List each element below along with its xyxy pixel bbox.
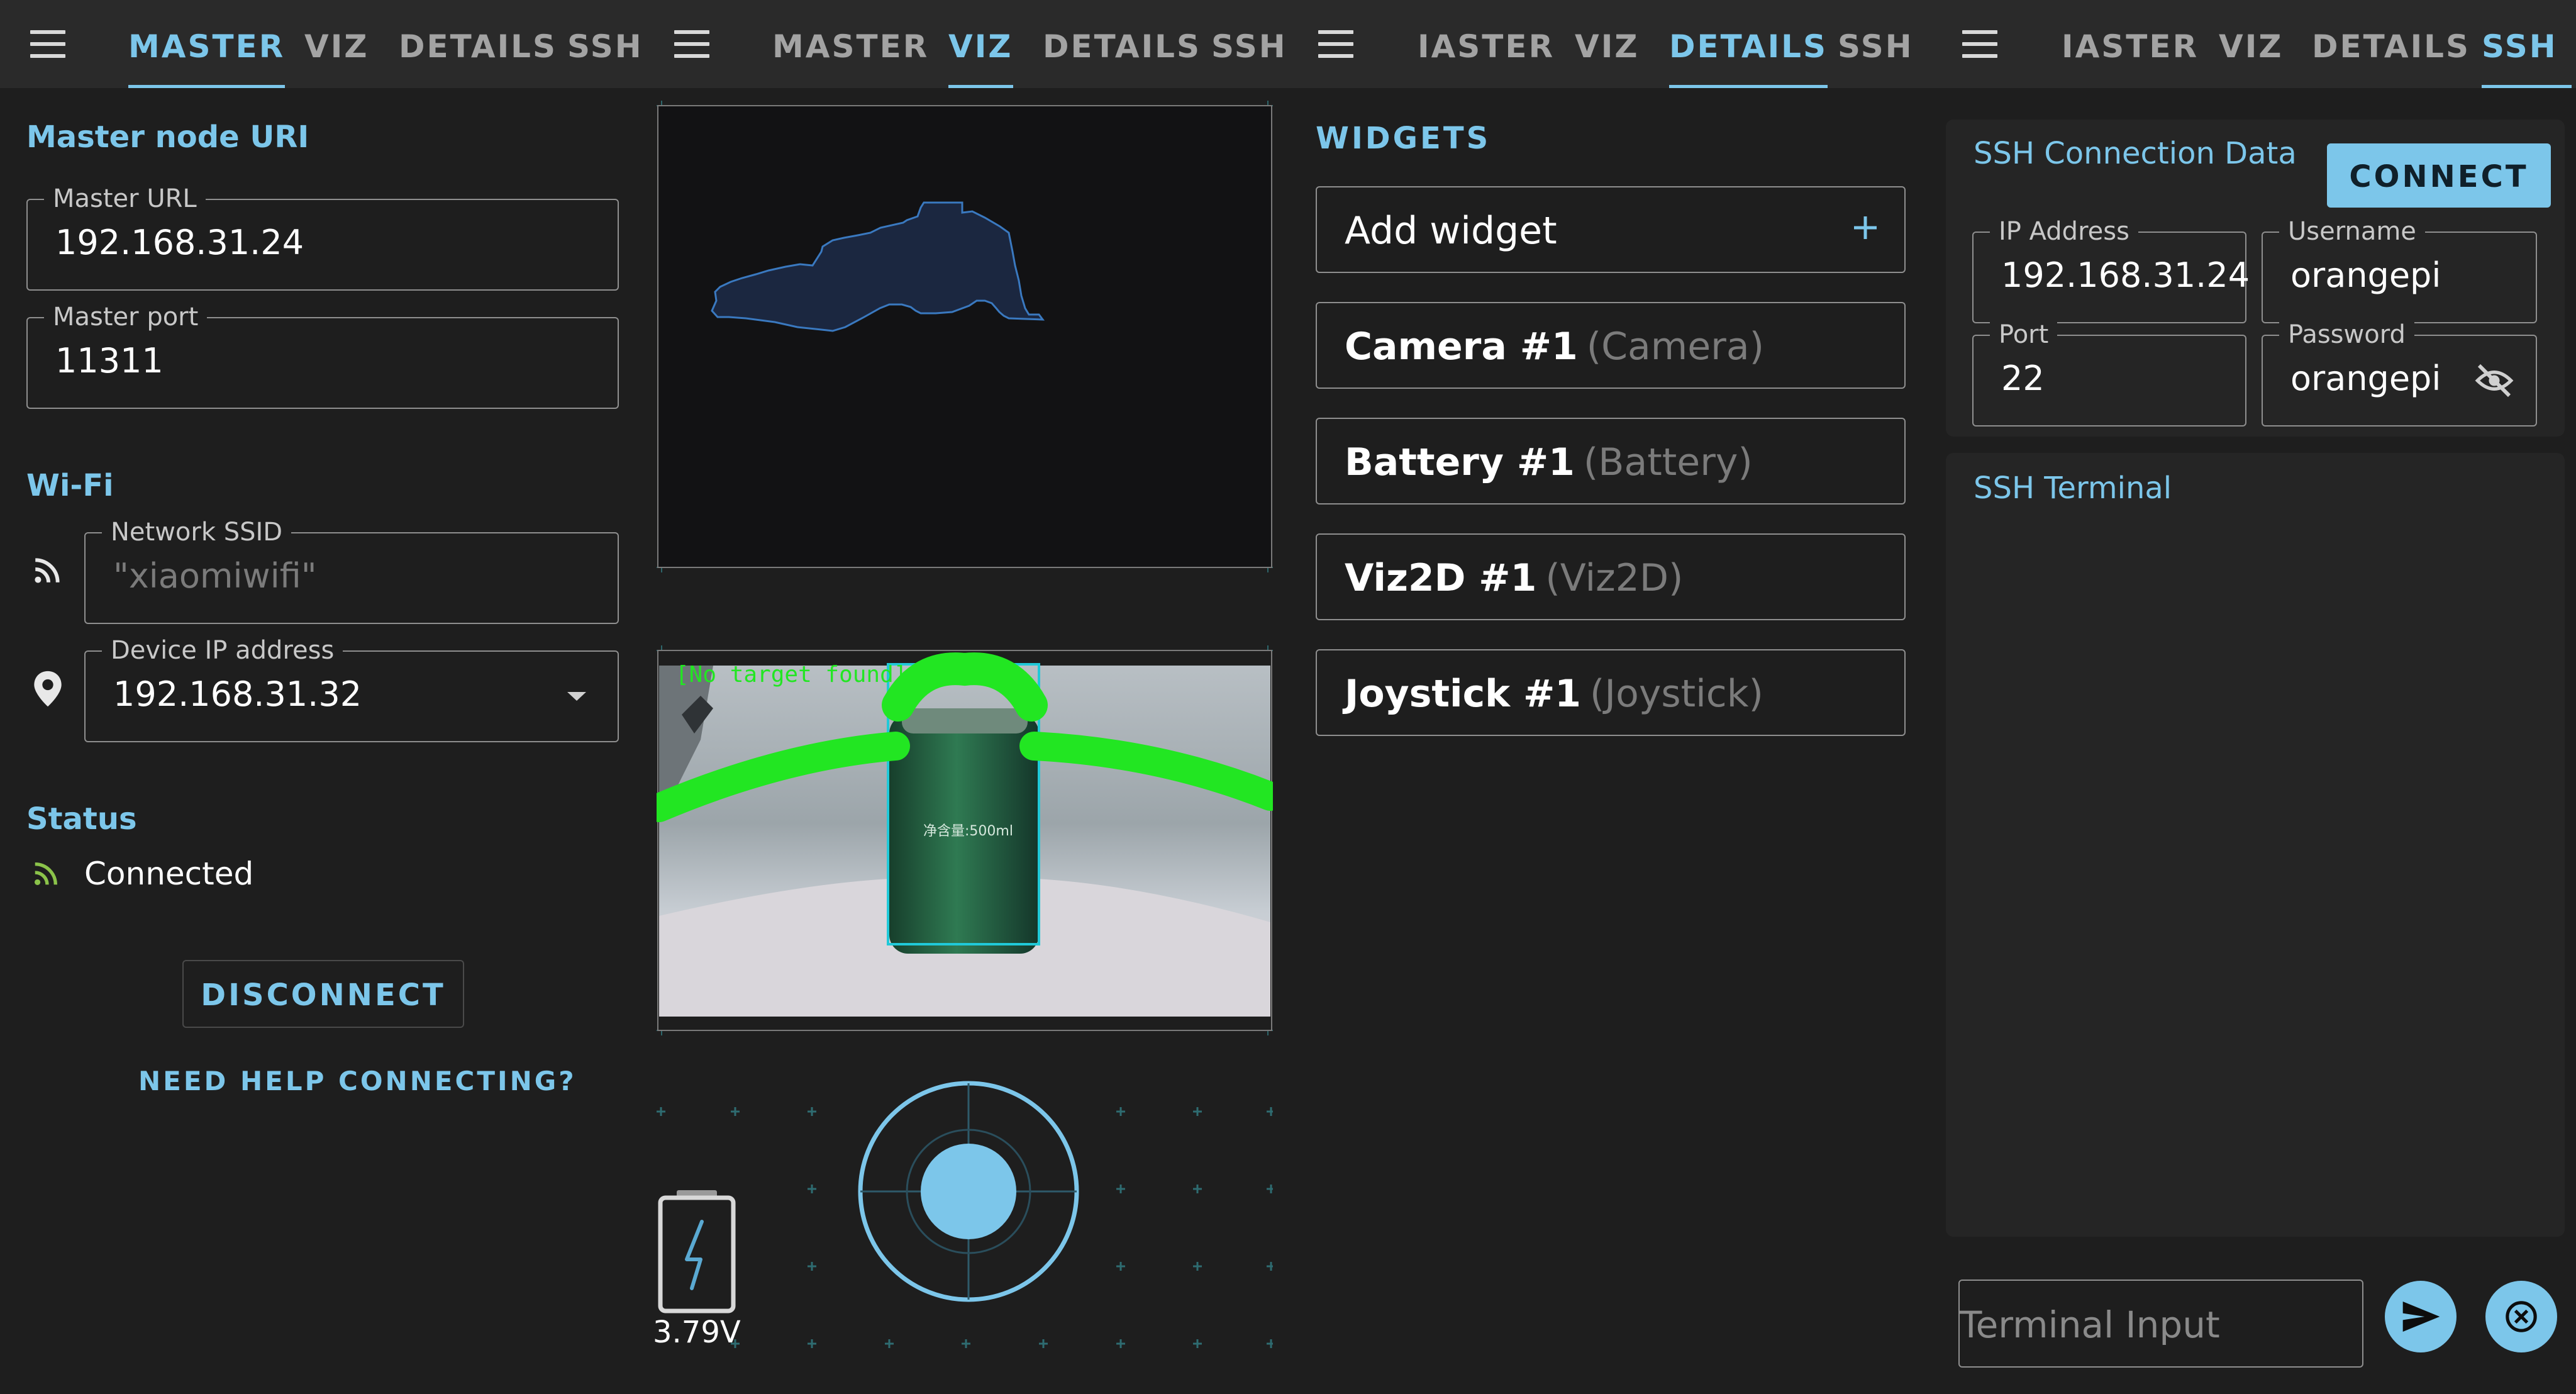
tab-viz[interactable]: VIZ [2219,0,2284,88]
terminal-input[interactable]: Terminal Input [1958,1280,2363,1368]
widget-name: Viz2D #1 [1345,556,1537,600]
ssh-view: IASTER VIZ DETAILS SSH SSH Connection Da… [1932,0,2576,1394]
camera-feed-image: [No target found] 净含量:500ml [657,645,1273,1035]
ssh-port-label: Port [1990,321,2058,348]
ssh-password-value: orangepi [2290,359,2441,398]
menu-icon[interactable] [674,30,709,58]
widgets-title: WIDGETS [1316,121,1491,156]
device-ip-value: 192.168.31.32 [113,674,362,714]
widget-item-joystick[interactable]: Joystick #1 (Joystick) [1316,649,1906,736]
joystick-icon[interactable] [855,1078,1082,1305]
send-icon [2402,1302,2440,1332]
ssh-ip-field[interactable]: IP Address 192.168.31.24 [1972,218,2250,323]
ssh-connection-card: SSH Connection Data CONNECT IP Address 1… [1946,120,2565,437]
device-ip-select[interactable]: Device IP address 192.168.31.32 [84,637,619,742]
master-port-value: 11311 [55,341,164,381]
viz2d-widget[interactable] [657,101,1273,572]
ssh-username-field[interactable]: Username orangepi [2262,218,2537,323]
close-circle-icon [2506,1301,2537,1332]
help-link[interactable]: NEED HELP CONNECTING? [138,1066,577,1096]
widget-type: (Joystick) [1590,672,1763,716]
ssh-username-label: Username [2279,218,2425,245]
tab-master[interactable]: MASTER [128,0,286,88]
eye-off-icon[interactable] [2474,364,2514,398]
ssid-label: Network SSID [102,518,292,546]
tab-details[interactable]: DETAILS [2312,0,2470,88]
disconnect-button[interactable]: DISCONNECT [182,960,464,1028]
master-url-label: Master URL [44,185,206,213]
tab-viz[interactable]: VIZ [948,0,1013,88]
ssh-password-label: Password [2279,321,2414,348]
menu-icon[interactable] [1962,30,1997,58]
menu-icon[interactable] [30,30,65,58]
tab-master[interactable]: IASTER [1418,0,1555,88]
ssh-terminal-title: SSH Terminal [1974,471,2172,506]
status-title: Status [26,801,137,837]
master-node-title: Master node URI [26,120,309,155]
widget-name: Camera #1 [1345,325,1578,369]
terminal-input-placeholder: Terminal Input [1960,1303,2220,1346]
tab-ssh[interactable]: SSH [567,0,643,88]
widget-item-camera[interactable]: Camera #1 (Camera) [1316,302,1906,389]
camera-overlay-text: [No target found] [675,662,907,688]
plus-icon [1854,216,1877,239]
battery-voltage: 3.79V [653,1315,741,1350]
ssh-port-field[interactable]: Port 22 [1972,321,2246,427]
status-value: Connected [84,856,254,892]
tab-master[interactable]: IASTER [2062,0,2199,88]
ssid-placeholder: "xiaomiwifi" [113,556,317,596]
tab-details[interactable]: DETAILS [1043,0,1201,88]
tab-details[interactable]: DETAILS [1669,0,1828,88]
ssh-port-value: 22 [2001,359,2045,398]
details-view: IASTER VIZ DETAILS SSH WIDGETS Add widge… [1288,0,1932,1394]
top-app-bar: IASTER VIZ DETAILS SSH [1932,0,2576,88]
add-widget-label: Add widget [1345,209,1557,253]
camera-widget[interactable]: [No target found] 净含量:500ml [657,645,1273,1035]
master-port-field[interactable]: Master port 11311 [26,303,619,409]
top-app-bar: MASTER VIZ DETAILS SSH [0,0,644,88]
tab-ssh[interactable]: SSH [1838,0,1914,88]
tab-details[interactable]: DETAILS [399,0,557,88]
widget-item-viz2d[interactable]: Viz2D #1 (Viz2D) [1316,533,1906,620]
battery-charging-icon [658,1190,736,1313]
widget-name: Battery #1 [1345,440,1575,484]
ssh-connection-title: SSH Connection Data [1974,136,2297,171]
device-ip-label: Device IP address [102,637,343,664]
viz-view: MASTER VIZ DETAILS SSH [No target found]… [644,0,1288,1394]
clear-button[interactable] [2485,1281,2557,1352]
ssh-username-value: orangepi [2290,255,2441,295]
add-widget-button[interactable]: Add widget [1316,186,1906,273]
widget-type: (Viz2D) [1545,556,1684,600]
top-app-bar: IASTER VIZ DETAILS SSH [1288,0,1932,88]
tab-ssh[interactable]: SSH [2482,0,2572,88]
send-button[interactable] [2385,1281,2457,1352]
ssh-password-field[interactable]: Password orangepi [2262,321,2537,427]
ssh-ip-label: IP Address [1990,218,2138,245]
dropdown-arrow-icon[interactable] [566,691,587,702]
wifi-title: Wi-Fi [26,468,114,503]
wifi-status-icon [34,862,58,886]
tab-master[interactable]: MASTER [772,0,929,88]
tab-viz[interactable]: VIZ [1575,0,1640,88]
ssh-ip-value: 192.168.31.24 [2001,255,2250,295]
menu-icon[interactable] [1318,30,1353,58]
rss-feed-icon [35,558,60,583]
widget-item-battery[interactable]: Battery #1 (Battery) [1316,418,1906,505]
can-label-text: 净含量:500ml [923,823,1013,839]
widget-type: (Camera) [1586,325,1765,369]
connect-button[interactable]: CONNECT [2327,143,2551,208]
tab-ssh[interactable]: SSH [1211,0,1287,88]
ssid-field[interactable]: Network SSID "xiaomiwifi" [84,518,619,624]
master-view: MASTER VIZ DETAILS SSH Master node URI M… [0,0,644,1394]
ssh-terminal-card: SSH Terminal [1946,453,2565,1237]
master-url-field[interactable]: Master URL 192.168.31.24 [26,185,619,291]
master-port-label: Master port [44,303,208,331]
widget-name: Joystick #1 [1345,672,1581,716]
tab-viz[interactable]: VIZ [304,0,369,88]
widget-type: (Battery) [1583,440,1753,484]
master-url-value: 192.168.31.24 [55,223,304,262]
location-pin-icon [34,671,62,707]
top-app-bar: MASTER VIZ DETAILS SSH [644,0,1288,88]
